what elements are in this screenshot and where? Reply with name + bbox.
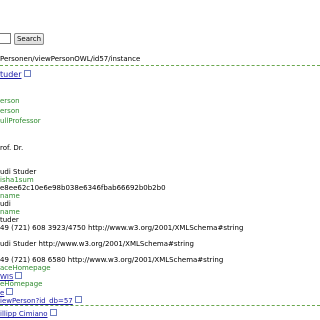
property-workplace-key[interactable]: aceHomepage — [0, 264, 51, 272]
property-lastname: tuder — [0, 216, 19, 224]
class-label[interactable]: erson — [0, 107, 20, 115]
id-key-label[interactable]: isha1sum — [0, 176, 34, 184]
property-phone: 49 (721) 608 3923/4750 http://www.w3.org… — [0, 224, 243, 232]
next-entity-title[interactable]: illipp Cimiano — [0, 309, 57, 318]
class-label[interactable]: ullProfessor — [0, 117, 41, 125]
name-value: udi Studer — [0, 168, 37, 176]
property-lastname-key[interactable]: name — [0, 208, 20, 216]
property-sha1: e8ee62c10e6e98b038e6346fbab66692b0b2b0 — [0, 184, 166, 192]
title-value: rof. Dr. — [0, 144, 24, 152]
view-person-link[interactable]: iewPerson?id_db=57 — [0, 297, 73, 305]
external-link-icon[interactable] — [6, 288, 14, 295]
external-link-icon[interactable] — [49, 309, 57, 316]
resource-url-text: Personen/viewPersonOWL/id57/instance — [0, 55, 141, 63]
entity-title[interactable]: tuder — [0, 70, 31, 79]
external-link-icon[interactable] — [23, 70, 31, 77]
next-entity-link[interactable]: illipp Cimiano — [0, 310, 48, 318]
property-view-link[interactable]: iewPerson?id_db=57 — [0, 296, 82, 305]
lastname-value: tuder — [0, 216, 19, 224]
property-fax: 49 (721) 608 6580 http://www.w3.org/2001… — [0, 256, 223, 264]
class-label[interactable]: erson — [0, 97, 20, 105]
class-item[interactable]: erson — [0, 107, 20, 115]
property-homepage-key[interactable]: eHomepage — [0, 280, 42, 288]
external-link-icon[interactable] — [15, 272, 23, 279]
firstname-value: udi — [0, 200, 11, 208]
phone-value: 49 (721) 608 3923/4750 http://www.w3.org… — [0, 224, 244, 232]
property-fullname: udi Studer http://www.w3.org/2001/XMLSch… — [0, 240, 194, 248]
firstname-key-label[interactable]: name — [0, 192, 20, 200]
property-firstname-key[interactable]: name — [0, 192, 20, 200]
class-item[interactable]: erson — [0, 97, 20, 105]
separator-bottom — [0, 305, 320, 306]
fullname-value: udi Studer http://www.w3.org/2001/XMLSch… — [0, 240, 194, 248]
fax-value: 49 (721) 608 6580 http://www.w3.org/2001… — [0, 256, 224, 264]
property-firstname: udi — [0, 200, 11, 208]
resource-url: Personen/viewPersonOWL/id57/instance — [0, 55, 320, 64]
search-bar: Search — [0, 33, 320, 47]
property-name: udi Studer — [0, 168, 36, 176]
separator-top — [0, 65, 320, 66]
entity-title-link[interactable]: tuder — [0, 70, 22, 79]
search-button[interactable]: Search — [14, 33, 44, 45]
class-item[interactable]: ullProfessor — [0, 117, 41, 125]
external-link-icon[interactable] — [74, 296, 82, 303]
search-input[interactable] — [0, 33, 11, 44]
property-id-key[interactable]: isha1sum — [0, 176, 34, 184]
property-title: rof. Dr. — [0, 144, 23, 152]
lastname-key-label[interactable]: name — [0, 208, 20, 216]
workplace-label[interactable]: aceHomepage — [0, 264, 51, 272]
homepage-label[interactable]: eHomepage — [0, 280, 42, 288]
sha1-value: e8ee62c10e6e98b038e6346fbab66692b0b2b0 — [0, 184, 166, 192]
